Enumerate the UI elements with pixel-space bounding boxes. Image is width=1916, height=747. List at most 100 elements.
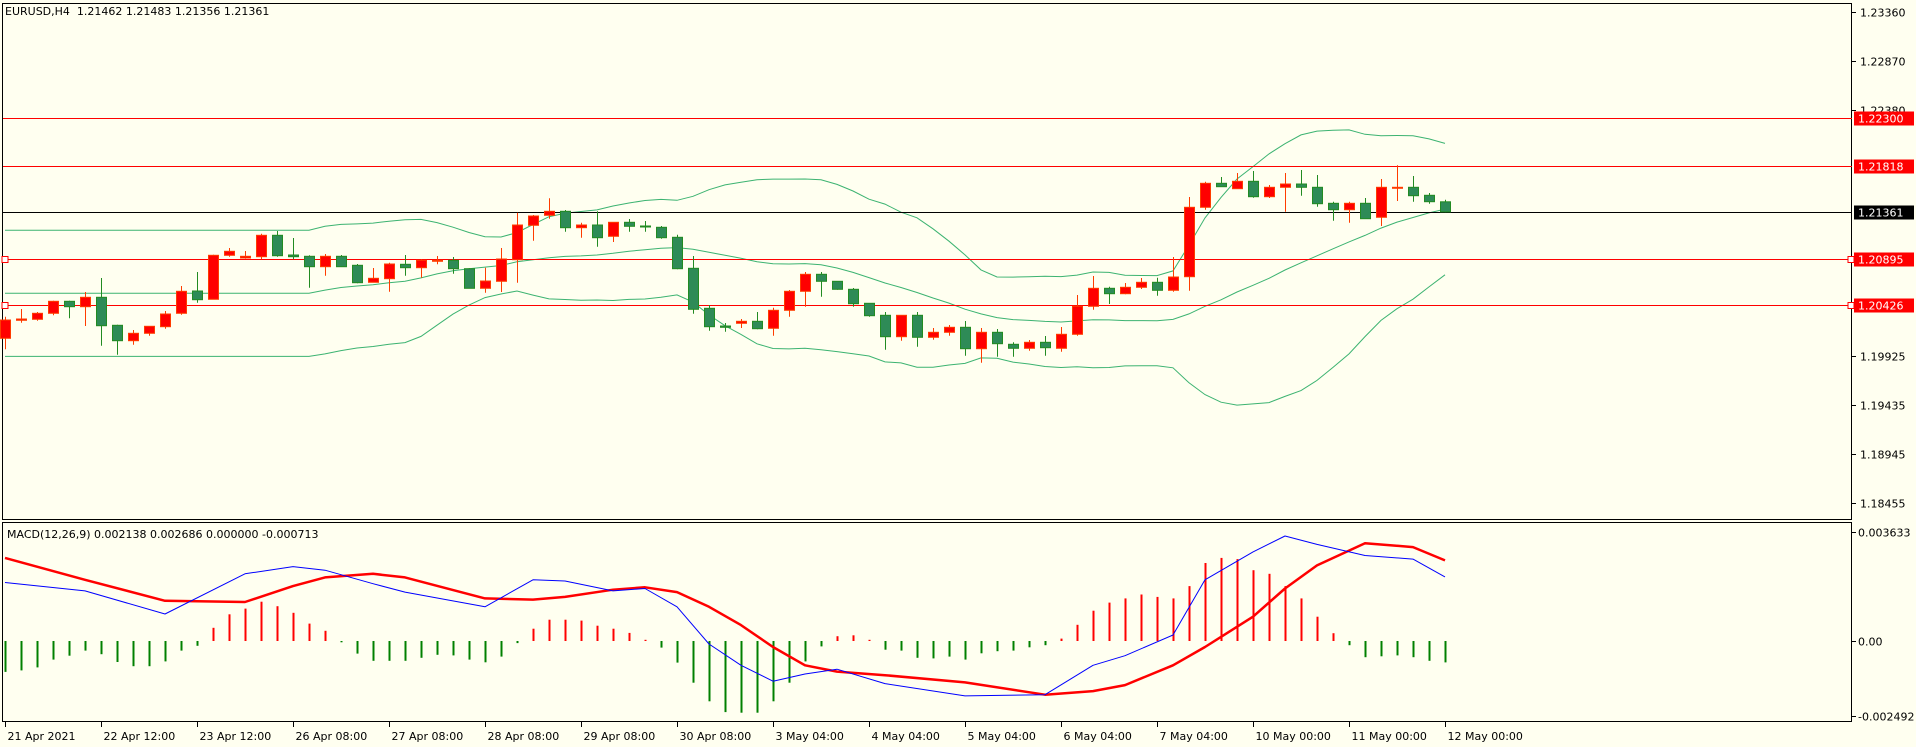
bearish-candle <box>336 255 347 268</box>
time-axis-label: 21 Apr 2021 <box>8 730 76 743</box>
bearish-candle <box>1328 201 1339 221</box>
bearish-candle <box>624 219 635 232</box>
price-axis-label: 1.19925 <box>1860 351 1906 364</box>
candle-body <box>608 221 619 237</box>
candle-body <box>960 326 971 350</box>
candle-body <box>1152 281 1163 291</box>
price-axis-label: 1.23360 <box>1860 7 1906 20</box>
candle-body <box>560 210 571 229</box>
bullish-candle <box>528 215 539 241</box>
symbol-timeframe: EURUSD,H4 <box>5 5 70 18</box>
candle-body <box>192 290 203 301</box>
bearish-candle <box>592 211 603 247</box>
bullish-candle <box>80 292 91 326</box>
time-axis[interactable]: 21 Apr 2021 22 Apr 12:00 23 Apr 12:00 26 Ap… <box>5 722 1523 743</box>
line-anchor-handle[interactable] <box>1 256 9 263</box>
candle-body <box>16 318 27 321</box>
candle-body <box>1120 286 1131 295</box>
bullish-candle <box>576 222 587 238</box>
price-tag-label: 1.20426 <box>1858 300 1904 313</box>
candle-body <box>880 314 891 338</box>
bearish-candle <box>304 255 315 288</box>
bullish-candle <box>32 312 43 321</box>
chart-canvas[interactable]: 1.233601.228701.223801.199251.194351.189… <box>0 0 1916 747</box>
bullish-candle <box>608 221 619 242</box>
candle-body <box>704 307 715 328</box>
time-axis-label: 30 Apr 08:00 <box>680 730 752 743</box>
macd-axis-label: -0.002492 <box>1858 711 1914 724</box>
bullish-candle <box>416 259 427 278</box>
bearish-candle <box>96 278 107 346</box>
candle-body <box>1408 186 1419 197</box>
line-anchor-handle[interactable] <box>1 302 9 309</box>
candle-body <box>224 250 235 256</box>
candle-body <box>832 280 843 290</box>
bullish-candle <box>944 325 955 336</box>
candle-body <box>672 236 683 270</box>
chart-header: EURUSD,H4 1.21462 1.21483 1.21356 1.2136… <box>5 5 269 18</box>
bullish-candle <box>144 325 155 336</box>
bullish-candle <box>768 307 779 336</box>
candle-body <box>416 259 427 269</box>
line-anchor-handle[interactable] <box>1847 256 1855 263</box>
candle-body <box>944 326 955 333</box>
candle-body <box>1376 186 1387 218</box>
bullish-candle <box>256 233 267 260</box>
time-axis-label: 26 Apr 08:00 <box>296 730 368 743</box>
candle-body <box>1312 186 1323 205</box>
candle-body <box>384 263 395 280</box>
candle-body <box>64 300 75 308</box>
bearish-candle <box>720 323 731 332</box>
bullish-candle <box>1072 295 1083 336</box>
candle-body <box>400 263 411 269</box>
chart-frame <box>2 3 1852 722</box>
candle-body <box>896 314 907 338</box>
bearish-candle <box>912 312 923 347</box>
bearish-candle <box>1360 198 1371 220</box>
bullish-candle <box>16 309 27 323</box>
macd-axis-label: 0.00 <box>1858 636 1883 649</box>
candle-body <box>848 288 859 305</box>
candle-body <box>1232 180 1243 190</box>
candle-body <box>1296 183 1307 188</box>
bearish-candle <box>1312 175 1323 207</box>
bullish-candle <box>496 248 507 292</box>
bullish-candle <box>1264 185 1275 198</box>
candle-body <box>176 290 187 314</box>
price-axis-label: 1.22870 <box>1860 56 1906 69</box>
horizontal-lines[interactable] <box>1 118 1855 309</box>
bullish-candle <box>320 254 331 276</box>
bearish-candle <box>672 234 683 270</box>
candle-body <box>752 320 763 330</box>
bullish-candle <box>800 272 811 307</box>
time-axis-label: 4 May 04:00 <box>872 730 940 743</box>
bullish-candle <box>976 328 987 363</box>
candle-body <box>1024 341 1035 349</box>
price-tag-label: 1.21818 <box>1858 161 1904 174</box>
time-axis-label: 10 May 00:00 <box>1256 730 1331 743</box>
candle-body <box>784 290 795 311</box>
bearish-candle <box>1104 286 1115 304</box>
candle-body <box>624 221 635 227</box>
candle-body <box>480 280 491 289</box>
candle-body <box>864 302 875 317</box>
candle-body <box>544 210 555 216</box>
candle-body <box>928 331 939 338</box>
line-anchor-handle[interactable] <box>1847 302 1855 309</box>
candle-body <box>496 258 507 282</box>
candle-body <box>1008 343 1019 349</box>
candle-body <box>1216 182 1227 188</box>
price-tag-label: 1.20895 <box>1858 254 1904 267</box>
time-axis-label: 5 May 04:00 <box>968 730 1036 743</box>
candle-body <box>144 325 155 334</box>
bearish-candle <box>864 302 875 317</box>
bullish-candle <box>1136 278 1147 289</box>
bearish-candle <box>64 300 75 319</box>
time-axis-label: 7 May 04:00 <box>1160 730 1228 743</box>
bearish-candle <box>1424 193 1435 204</box>
price-axis-label: 1.18945 <box>1860 449 1906 462</box>
bullish-candle <box>1280 173 1291 212</box>
candle-body <box>576 224 587 229</box>
candle-body <box>320 255 331 268</box>
time-axis-label: 23 Apr 12:00 <box>200 730 272 743</box>
